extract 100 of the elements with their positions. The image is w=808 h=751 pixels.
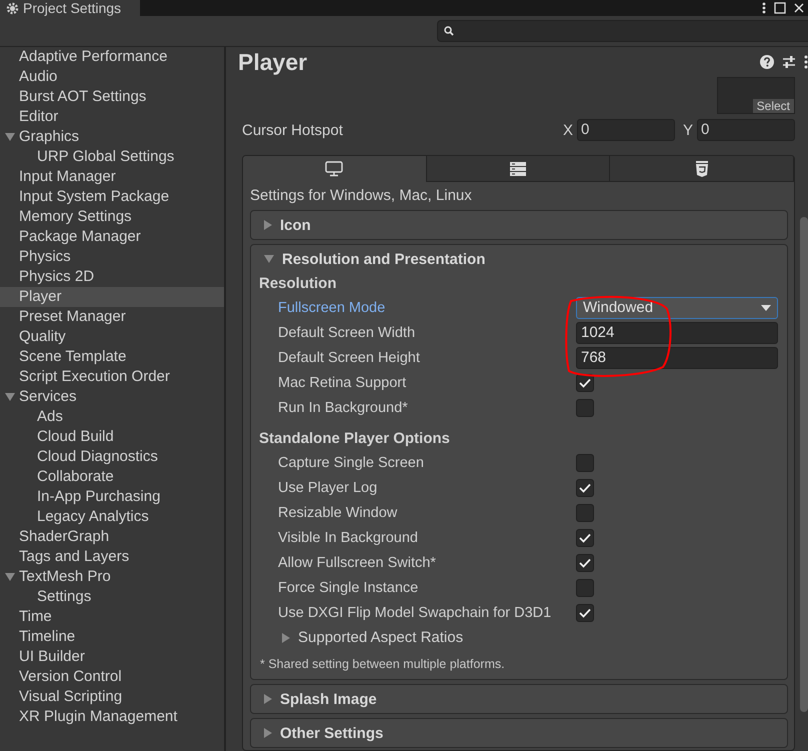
sidebar-item[interactable]: Graphics: [0, 127, 224, 147]
sidebar-item[interactable]: Timeline: [0, 627, 224, 647]
footnote: * Shared setting between multiple platforms.: [259, 657, 506, 671]
sidebar-item[interactable]: Time: [0, 607, 224, 627]
sidebar-item[interactable]: Preset Manager: [0, 307, 224, 327]
sidebar-item[interactable]: Tags and Layers: [0, 547, 224, 567]
help-icon[interactable]: [760, 55, 774, 69]
sidebar-item[interactable]: In-App Purchasing: [0, 487, 224, 507]
platform-tab[interactable]: [610, 156, 794, 182]
checkbox[interactable]: [576, 554, 594, 572]
dropdown[interactable]: Windowed: [576, 296, 778, 318]
select-button[interactable]: Select: [752, 99, 794, 113]
sidebar-item[interactable]: Script Execution Order: [0, 367, 224, 387]
sidebar-item[interactable]: Input Manager: [0, 167, 224, 187]
sidebar-item[interactable]: Player: [0, 287, 224, 307]
foldout-arrow-icon[interactable]: [264, 728, 272, 738]
sidebar-item[interactable]: Scene Template: [0, 347, 224, 367]
foldout-title[interactable]: Splash Image: [280, 690, 377, 708]
sidebar-item[interactable]: Services: [0, 387, 224, 407]
checkmark-icon: [579, 558, 591, 568]
sidebar-item[interactable]: Visual Scripting: [0, 687, 224, 707]
kebab-menu-icon[interactable]: [804, 55, 808, 69]
monitor-icon: [325, 161, 344, 177]
window-tab[interactable]: Project Settings: [0, 0, 140, 16]
caret-icon: [761, 304, 771, 310]
checkbox[interactable]: [576, 528, 594, 546]
sidebar-item[interactable]: Package Manager: [0, 227, 224, 247]
checkbox[interactable]: [576, 398, 594, 416]
sidebar-item[interactable]: Memory Settings: [0, 207, 224, 227]
field-label: Capture Single Screen: [278, 454, 425, 470]
checkbox[interactable]: [576, 454, 594, 472]
field-label: Allow Fullscreen Switch*: [278, 554, 437, 570]
sidebar-item[interactable]: ShaderGraph: [0, 527, 224, 547]
server-icon: [509, 160, 527, 176]
field-label: Mac Retina Support: [278, 374, 408, 390]
search-field[interactable]: [437, 20, 808, 42]
checkbox[interactable]: [576, 504, 594, 522]
scrollbar-thumb[interactable]: [800, 217, 808, 712]
field-label: Cursor Hotspot: [242, 122, 344, 138]
field-label: Default Screen Width: [278, 324, 416, 340]
search-icon: [444, 26, 454, 36]
sidebar-item[interactable]: Burst AOT Settings: [0, 87, 224, 107]
sidebar-item[interactable]: Physics 2D: [0, 267, 224, 287]
sliders-icon[interactable]: [782, 55, 796, 69]
gear-icon: [6, 2, 19, 14]
sidebar-item[interactable]: UI Builder: [0, 647, 224, 667]
checkmark-icon: [579, 608, 591, 618]
field-label: Force Single Instance: [278, 580, 420, 596]
platform-tab[interactable]: [426, 156, 610, 182]
maximize-icon[interactable]: [774, 2, 786, 14]
number-field[interactable]: 0: [576, 119, 675, 141]
close-icon[interactable]: [794, 2, 804, 14]
sidebar-item[interactable]: Cloud Diagnostics: [0, 447, 224, 467]
expand-arrow-icon[interactable]: [4, 393, 14, 401]
checkmark-icon: [579, 532, 591, 542]
checkmark-icon: [579, 378, 591, 388]
foldout-arrow-icon[interactable]: [264, 220, 272, 230]
sidebar-item[interactable]: Input System Package: [0, 187, 224, 207]
sidebar-item[interactable]: Quality: [0, 327, 224, 347]
foldout-arrow-icon[interactable]: [264, 694, 272, 704]
expand-arrow-icon[interactable]: [4, 133, 14, 141]
sidebar-item[interactable]: TextMesh Pro: [0, 567, 224, 587]
field-label: Use Player Log: [278, 480, 378, 496]
group-heading: Standalone Player Options: [259, 429, 451, 449]
foldout-title[interactable]: Resolution and Presentation: [282, 250, 486, 268]
foldout-title[interactable]: Icon: [280, 216, 311, 234]
page-title: Player: [238, 48, 308, 76]
number-field[interactable]: 1024: [576, 322, 778, 344]
number-field[interactable]: 768: [576, 346, 778, 368]
number-field[interactable]: 0: [697, 119, 795, 141]
foldout-title[interactable]: Supported Aspect Ratios: [298, 629, 464, 646]
group-heading: Resolution: [259, 274, 338, 294]
sidebar-item[interactable]: URP Global Settings: [0, 147, 224, 167]
field-label: Run In Background*: [278, 400, 409, 416]
field-label: Visible In Background: [278, 530, 419, 546]
field-label: Default Screen Height: [278, 350, 421, 366]
checkbox[interactable]: [576, 578, 594, 596]
checkbox[interactable]: [576, 478, 594, 496]
axis-label: X: [562, 122, 573, 138]
checkmark-icon: [579, 482, 591, 492]
sidebar-item[interactable]: Collaborate: [0, 467, 224, 487]
foldout-title[interactable]: Other Settings: [280, 724, 384, 742]
kebab-menu-icon[interactable]: [762, 2, 766, 14]
axis-label: Y: [682, 122, 693, 138]
sidebar-item[interactable]: Settings: [0, 587, 224, 607]
foldout-arrow-icon[interactable]: [264, 255, 274, 263]
sidebar-item[interactable]: Audio: [0, 67, 224, 87]
expand-arrow-icon[interactable]: [4, 573, 14, 581]
sidebar-item[interactable]: Ads: [0, 407, 224, 427]
sidebar-item[interactable]: Version Control: [0, 667, 224, 687]
sidebar-item[interactable]: Adaptive Performance: [0, 47, 224, 67]
foldout-arrow-icon[interactable]: [282, 632, 290, 642]
field-label: Resizable Window: [278, 504, 398, 520]
checkbox[interactable]: [576, 604, 594, 622]
sidebar-item[interactable]: Cloud Build: [0, 427, 224, 447]
sidebar-item[interactable]: Physics: [0, 247, 224, 267]
sidebar-item[interactable]: Editor: [0, 107, 224, 127]
sidebar-item[interactable]: XR Plugin Management: [0, 707, 224, 727]
sidebar-item[interactable]: Legacy Analytics: [0, 507, 224, 527]
section-heading: Settings for Windows, Mac, Linux: [250, 186, 473, 206]
